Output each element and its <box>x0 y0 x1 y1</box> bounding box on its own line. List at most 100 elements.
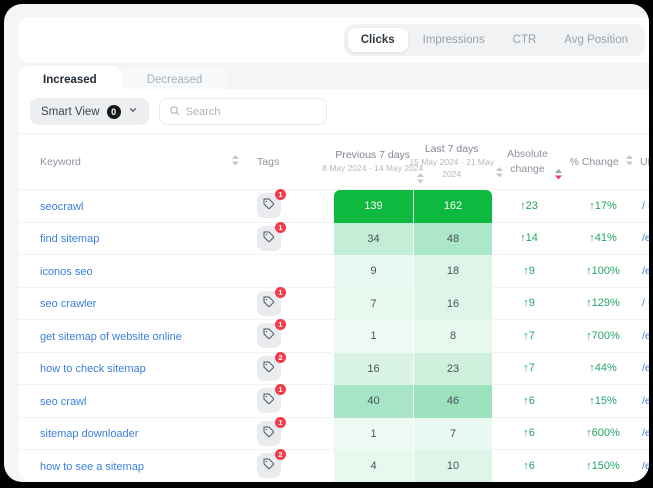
previous-value-cell: 1 <box>334 418 413 451</box>
tag-button[interactable]: 1 <box>257 421 281 446</box>
smart-view-dropdown[interactable]: Smart View 0 <box>30 98 149 125</box>
url-link[interactable]: /en <box>642 232 649 244</box>
tag-icon <box>263 328 275 343</box>
percent-change-value: ↑44% <box>566 362 640 374</box>
tag-button[interactable]: 2 <box>257 453 281 478</box>
previous-value-cell: 4 <box>334 450 413 482</box>
column-header-url[interactable]: URL <box>638 156 649 168</box>
tag-button[interactable]: 2 <box>257 356 281 381</box>
app-window: ClicksImpressionsCTRAvg Position Increas… <box>4 4 649 482</box>
percent-change-value: ↑41% <box>566 232 640 244</box>
tag-button[interactable]: 1 <box>257 193 281 218</box>
last-value-cell: 48 <box>413 223 492 256</box>
tag-button[interactable]: 1 <box>257 388 281 413</box>
column-header-absolute-change[interactable]: Absolute change <box>491 147 565 175</box>
tag-count-badge: 1 <box>275 189 286 200</box>
table-row: get sitemap of website online118↑7↑700%/… <box>18 320 649 353</box>
absolute-change-value: ↑7 <box>492 362 566 374</box>
previous-value-cell: 9 <box>334 255 413 288</box>
last-header-range: 15 May 2024 - 21 May 2024 <box>400 157 504 179</box>
keyword-link[interactable]: how to see a sitemap <box>40 461 144 473</box>
external-link-icon[interactable] <box>648 197 649 215</box>
tag-icon <box>263 361 275 376</box>
search-input[interactable] <box>186 106 317 118</box>
url-link[interactable]: /en <box>642 362 649 374</box>
column-header-percent-change[interactable]: % Change <box>564 155 638 169</box>
last-header-label: Last 7 days <box>400 143 504 155</box>
keyword-link[interactable]: how to check sitemap <box>40 363 146 375</box>
sort-icon[interactable] <box>232 155 239 169</box>
table-row: find sitemap13448↑14↑41%/en <box>18 223 649 256</box>
tag-button[interactable]: 1 <box>257 323 281 348</box>
keyword-link[interactable]: seo crawler <box>40 298 96 310</box>
keywords-table: Keyword Tags Previous 7 days 8 May 2024 … <box>18 133 649 482</box>
metric-tab-ctr[interactable]: CTR <box>500 28 550 52</box>
tag-count-badge: 2 <box>275 352 286 363</box>
absolute-change-value: ↑9 <box>492 297 566 309</box>
url-link[interactable]: /en <box>642 330 649 342</box>
last-value-cell: 18 <box>413 255 492 288</box>
column-header-keyword[interactable]: Keyword <box>18 155 241 169</box>
chevron-down-icon <box>128 105 138 118</box>
tag-count-badge: 1 <box>275 287 286 298</box>
tag-button[interactable]: 1 <box>257 291 281 316</box>
absolute-change-value: ↑23 <box>492 200 566 212</box>
last-value-cell: 162 <box>413 190 492 223</box>
external-link-icon[interactable] <box>648 294 649 312</box>
absolute-header-label: Absolute change <box>501 147 555 175</box>
last-value-cell: 8 <box>413 320 492 353</box>
main-card: Smart View 0 Keyword Tags <box>18 89 649 482</box>
keyword-link[interactable]: seo crawl <box>40 396 86 408</box>
url-link[interactable]: / <box>642 200 645 212</box>
tag-count-badge: 1 <box>275 222 286 233</box>
keyword-link[interactable]: get sitemap of website online <box>40 331 182 343</box>
previous-value-cell: 139 <box>334 190 413 223</box>
tag-count-badge: 1 <box>275 417 286 428</box>
sort-icon-active-desc[interactable] <box>555 169 562 183</box>
column-header-last[interactable]: Last 7 days 15 May 2024 - 21 May 2024 <box>412 143 491 179</box>
absolute-change-value: ↑9 <box>492 265 566 277</box>
tag-button[interactable]: 1 <box>257 226 281 251</box>
tag-count-badge: 2 <box>275 449 286 460</box>
search-icon <box>169 103 180 121</box>
url-link[interactable]: /en <box>642 395 649 407</box>
keyword-link[interactable]: find sitemap <box>40 233 99 245</box>
smart-view-label: Smart View <box>41 106 100 118</box>
previous-value-cell: 34 <box>334 223 413 256</box>
keyword-link[interactable]: sitemap downloader <box>40 428 138 440</box>
previous-value-cell: 16 <box>334 353 413 386</box>
last-value-cell: 23 <box>413 353 492 386</box>
percent-change-value: ↑15% <box>566 395 640 407</box>
metric-tab-clicks[interactable]: Clicks <box>348 28 408 52</box>
percent-change-value: ↑17% <box>566 200 640 212</box>
sort-icon[interactable] <box>626 155 633 169</box>
tag-icon <box>263 393 275 408</box>
absolute-change-value: ↑7 <box>492 330 566 342</box>
table-controls: Smart View 0 <box>30 98 327 125</box>
url-link[interactable]: / <box>642 297 645 309</box>
smart-view-count-badge: 0 <box>107 105 121 119</box>
tag-icon <box>263 296 275 311</box>
tag-icon <box>263 198 275 213</box>
metric-tab-impressions[interactable]: Impressions <box>410 28 498 52</box>
last-value-cell: 46 <box>413 385 492 418</box>
last-value-cell: 16 <box>413 288 492 321</box>
keyword-header-label: Keyword <box>40 156 81 168</box>
url-link[interactable]: /en <box>642 460 649 472</box>
absolute-change-value: ↑6 <box>492 460 566 472</box>
table-rows: seocrawl1139162↑23↑17%/find sitemap13448… <box>18 190 649 482</box>
url-link[interactable]: /en <box>642 427 649 439</box>
percent-change-value: ↑700% <box>566 330 640 342</box>
tag-icon <box>263 231 275 246</box>
tags-header-label: Tags <box>257 156 279 168</box>
metric-tab-avg-position[interactable]: Avg Position <box>551 28 641 52</box>
table-row: iconos seo918↑9↑100%/em <box>18 255 649 288</box>
previous-value-cell: 40 <box>334 385 413 418</box>
previous-value-cell: 1 <box>334 320 413 353</box>
url-link[interactable]: /em <box>642 265 649 277</box>
url-header-label: URL <box>640 156 649 168</box>
last-value-cell: 10 <box>413 450 492 482</box>
keyword-link[interactable]: seocrawl <box>40 201 83 213</box>
keyword-link[interactable]: iconos seo <box>40 266 93 278</box>
absolute-change-value: ↑6 <box>492 427 566 439</box>
